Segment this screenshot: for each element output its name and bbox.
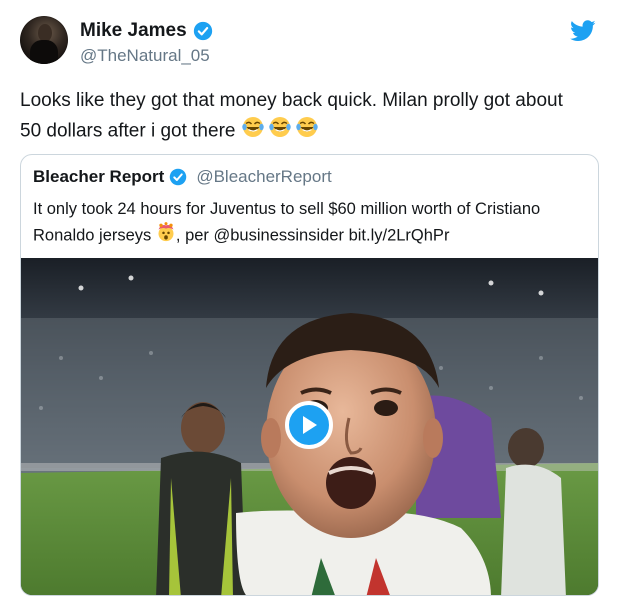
tweet-text: Looks like they got that money back quic… bbox=[20, 86, 605, 148]
quoted-text-line2b: , per @businessinsider bit.ly/2LrQhPr bbox=[175, 226, 450, 245]
author-handle[interactable]: @TheNatural_05 bbox=[80, 46, 210, 66]
tweet-header: Mike James @TheNatural_05 bbox=[20, 16, 600, 72]
author-name-row: Mike James bbox=[80, 20, 213, 42]
verified-badge-icon bbox=[193, 21, 212, 41]
quoted-author-name[interactable]: Bleacher Report bbox=[33, 167, 164, 187]
twitter-bird-icon[interactable] bbox=[570, 20, 596, 42]
play-button[interactable] bbox=[285, 401, 333, 449]
tears-of-joy-emoji-icon bbox=[241, 115, 319, 148]
quoted-text-line2a: Ronaldo jerseys bbox=[33, 226, 152, 245]
quoted-text-line1: It only took 24 hours for Juventus to se… bbox=[33, 200, 541, 218]
play-icon bbox=[303, 416, 317, 434]
author-name[interactable]: Mike James bbox=[80, 20, 187, 42]
quoted-tweet-header: Bleacher Report @BleacherReport bbox=[33, 167, 332, 187]
verified-badge-icon bbox=[170, 168, 187, 186]
tweet-text-line1: Looks like they got that money back quic… bbox=[20, 90, 563, 111]
quoted-author-handle[interactable]: @BleacherReport bbox=[196, 167, 331, 187]
quoted-tweet-card[interactable]: Bleacher Report @BleacherReport It only … bbox=[20, 154, 599, 596]
avatar[interactable] bbox=[20, 16, 68, 64]
quoted-tweet-text: It only took 24 hours for Juventus to se… bbox=[33, 197, 593, 250]
exploding-head-emoji-icon bbox=[156, 222, 176, 250]
video-thumbnail[interactable] bbox=[21, 258, 598, 595]
tweet-text-line2: 50 dollars after i got there bbox=[20, 120, 236, 142]
